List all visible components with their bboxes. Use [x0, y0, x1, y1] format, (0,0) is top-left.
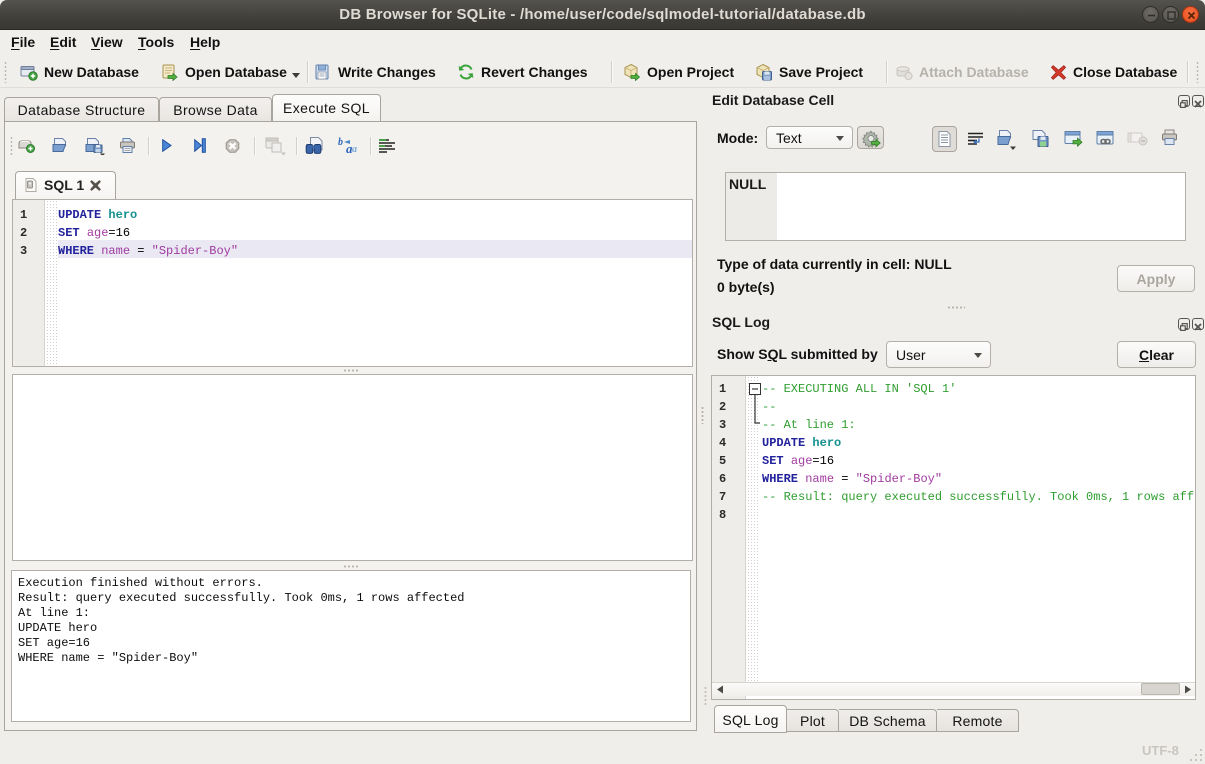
svg-text:a: a [352, 144, 357, 155]
svg-text:b: b [338, 137, 343, 148]
